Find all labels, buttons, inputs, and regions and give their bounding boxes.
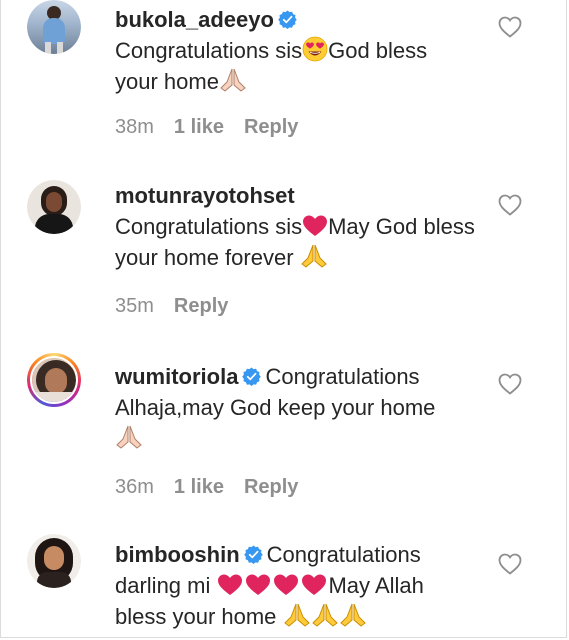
comment-body: Congratulations sis bbox=[115, 38, 303, 63]
comment-username[interactable]: motunrayotohset bbox=[115, 183, 295, 208]
folded-hands-emoji bbox=[220, 68, 246, 92]
comment-text: bukola_adeeyo Congratulations sis God ble… bbox=[115, 4, 475, 97]
reply-button[interactable]: Reply bbox=[244, 116, 298, 139]
folded-hands-emoji bbox=[116, 425, 142, 449]
comment-username[interactable]: wumitoriola bbox=[115, 364, 238, 389]
comment-username[interactable]: bimbooshin bbox=[115, 542, 240, 567]
comments-panel: bukola_adeeyo Congratulations sis God ble… bbox=[0, 0, 567, 638]
heart-outline-icon[interactable] bbox=[498, 16, 522, 38]
comment-text: motunrayotohset Congratulations sis May G… bbox=[115, 180, 475, 273]
comment-meta: 35m Reply bbox=[115, 295, 228, 318]
avatar[interactable] bbox=[27, 180, 81, 234]
folded-hands-emoji bbox=[339, 603, 366, 627]
comment-likes[interactable]: 1 like bbox=[174, 476, 224, 499]
red-heart-emoji bbox=[274, 574, 299, 595]
heart-outline-icon[interactable] bbox=[498, 373, 522, 395]
verified-badge-icon bbox=[243, 545, 263, 564]
comment-text: bimbooshin Congratulations darling mi May… bbox=[115, 539, 475, 632]
red-heart-emoji bbox=[218, 574, 243, 595]
comment-meta: 36m 1 like Reply bbox=[115, 476, 298, 499]
comment-username[interactable]: bukola_adeeyo bbox=[115, 7, 274, 32]
avatar[interactable] bbox=[27, 0, 81, 54]
folded-hands-emoji bbox=[311, 603, 338, 627]
verified-badge-icon bbox=[278, 10, 297, 29]
comment-likes[interactable]: 1 like bbox=[174, 116, 224, 139]
red-heart-emoji bbox=[302, 574, 327, 595]
heart-eyes-emoji bbox=[302, 36, 328, 62]
comment-meta: 38m 1 like Reply bbox=[115, 116, 298, 139]
red-heart-emoji bbox=[303, 215, 328, 236]
comment-time[interactable]: 35m bbox=[115, 295, 154, 318]
folded-hands-emoji bbox=[283, 603, 310, 627]
comment-body: Congratulations sis bbox=[115, 214, 303, 239]
comment-text: wumitoriola Congratulations Alhaja,may Go… bbox=[115, 361, 475, 454]
reply-button[interactable]: Reply bbox=[244, 476, 298, 499]
comment-time[interactable]: 36m bbox=[115, 476, 154, 499]
verified-badge-icon bbox=[242, 367, 262, 386]
avatar-story-ring[interactable] bbox=[27, 353, 81, 407]
reply-button[interactable]: Reply bbox=[174, 295, 228, 318]
folded-hands-emoji bbox=[300, 244, 327, 268]
heart-outline-icon[interactable] bbox=[498, 194, 522, 216]
heart-outline-icon[interactable] bbox=[498, 553, 522, 575]
avatar[interactable] bbox=[27, 534, 81, 588]
comment-time[interactable]: 38m bbox=[115, 116, 154, 139]
red-heart-emoji bbox=[246, 574, 271, 595]
